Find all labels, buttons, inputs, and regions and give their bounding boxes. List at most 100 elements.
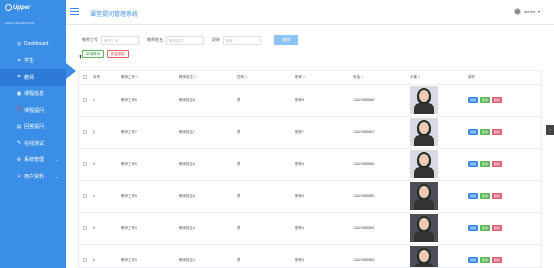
- teacher-photo[interactable]: [410, 214, 438, 242]
- search-button[interactable]: 查询: [274, 35, 298, 45]
- sidebar-item-8[interactable]: ☺ 用户资料 ⌄: [0, 168, 66, 185]
- delete-button[interactable]: 删除: [492, 129, 502, 135]
- sidebar-item-label: Dashboard: [24, 41, 49, 48]
- row-checkbox[interactable]: [83, 129, 87, 134]
- search-label-teacher-no: 教师工号: [82, 37, 98, 42]
- header-teacher-no[interactable]: 教师工号⇅: [121, 71, 179, 85]
- batch-delete-button[interactable]: 批量删除: [107, 50, 129, 58]
- cell-teacher-no: 教师工号6: [121, 148, 179, 181]
- settings-icon: ⚙: [16, 156, 22, 163]
- book-icon: ▣: [16, 90, 22, 97]
- dashboard-icon: ◎: [16, 41, 22, 48]
- table-row: 1 教师工号8 教师姓名8 男职称8 13823888888 详情 修改 删除: [79, 84, 541, 117]
- cell-photo: [410, 148, 468, 181]
- teacher-name-input[interactable]: 教师姓名: [166, 35, 204, 45]
- row-checkbox[interactable]: [83, 193, 87, 198]
- header-phone[interactable]: 电话⇅: [353, 71, 410, 85]
- view-button[interactable]: 详情: [468, 161, 478, 167]
- menu-toggle-icon[interactable]: [70, 8, 79, 15]
- view-button[interactable]: 详情: [468, 129, 478, 135]
- sidebar-item-2[interactable]: ⌗ 教师: [0, 69, 66, 86]
- delete-button[interactable]: 删除: [492, 193, 502, 199]
- sidebar-item-6[interactable]: ✎ 在线测试: [0, 135, 66, 152]
- row-checkbox[interactable]: [83, 225, 87, 230]
- cell-actions: 详情 修改 删除: [468, 148, 541, 181]
- brand-logo[interactable]: Upper: [0, 0, 66, 12]
- delete-button[interactable]: 删除: [492, 97, 502, 103]
- view-button[interactable]: 详情: [468, 97, 478, 103]
- cell-actions: 详情 修改 删除: [468, 212, 541, 245]
- teacher-photo[interactable]: [410, 150, 438, 178]
- edit-button[interactable]: 修改: [480, 129, 490, 135]
- header-title[interactable]: 职称⇅: [295, 71, 353, 85]
- user-menu[interactable]: admin ▾: [514, 8, 540, 15]
- title-input[interactable]: 职称: [223, 35, 261, 45]
- cell-photo: [410, 212, 468, 245]
- cell-title: 职称7: [295, 116, 353, 149]
- delete-button[interactable]: 删除: [492, 225, 502, 231]
- edit-button[interactable]: 修改: [480, 161, 490, 167]
- table-row: 4 教师工号5 教师姓名5 男职称5 13823888885 详情 修改 删除: [79, 180, 541, 213]
- table-row: 2 教师工号7 教师姓名7 男职称7 13823888887 详情 修改 删除: [79, 116, 541, 149]
- teacher-photo[interactable]: [410, 118, 438, 146]
- header-actions: 操作: [468, 71, 541, 85]
- table-row: 6 教师工号3 教师姓名3 男职称3 13823888883 详情 修改 删除: [79, 244, 541, 267]
- chevron-down-icon: ⌄: [55, 173, 59, 179]
- delete-button[interactable]: 删除: [492, 161, 502, 167]
- cell-gender: 男: [237, 212, 295, 245]
- sort-icon: ⇅: [418, 74, 421, 79]
- row-checkbox[interactable]: [83, 257, 87, 262]
- table-row: 3 教师工号6 教师姓名6 男职称6 13823888886 详情 修改 删除: [79, 148, 541, 181]
- cell-phone: 13823888888: [353, 84, 410, 117]
- sidebar-item-5[interactable]: ▤ 回答提问: [0, 119, 66, 136]
- view-button[interactable]: 详情: [468, 193, 478, 199]
- cell-phone: 13823888886: [353, 148, 410, 181]
- sidebar-item-4[interactable]: ❓ 课程提问: [0, 102, 66, 119]
- sort-icon: ⇅: [136, 74, 139, 79]
- teacher-photo[interactable]: [410, 86, 438, 114]
- cell-index: 6: [93, 244, 121, 267]
- grid-icon: ⌗: [17, 74, 21, 81]
- header-photo[interactable]: 头像⇅: [410, 71, 468, 85]
- cell-title: 职称6: [295, 148, 353, 181]
- logo-icon: [5, 4, 12, 11]
- cell-title: 职称3: [295, 244, 353, 267]
- cell-title: 职称4: [295, 212, 353, 245]
- edit-button[interactable]: 修改: [480, 257, 490, 263]
- teacher-photo[interactable]: [410, 182, 438, 210]
- teacher-no-input[interactable]: 教师工号: [101, 35, 139, 45]
- row-checkbox[interactable]: [83, 161, 87, 166]
- grid-icon: ⌗: [17, 57, 21, 64]
- cell-teacher-no: 教师工号5: [121, 180, 179, 213]
- test-icon: ✎: [16, 140, 22, 147]
- cell-teacher-name: 教师姓名7: [179, 116, 237, 149]
- header-teacher-name[interactable]: 教师姓名⇅: [179, 71, 237, 85]
- search-label-title: 职称: [212, 37, 220, 42]
- view-button[interactable]: 详情: [468, 257, 478, 263]
- answer-icon: ▤: [16, 123, 22, 130]
- cell-teacher-name: 教师姓名8: [179, 84, 237, 117]
- table-body: 1 教师工号8 教师姓名8 男职称8 13823888888 详情 修改 删除 2 教师工号7 教师…: [79, 84, 541, 267]
- cell-teacher-name: 教师姓名5: [179, 180, 237, 213]
- cell-gender: 男: [237, 148, 295, 181]
- cell-phone: 13823888884: [353, 212, 410, 245]
- cell-actions: 详情 修改 删除: [468, 84, 541, 117]
- teacher-photo[interactable]: [410, 246, 438, 267]
- header-gender[interactable]: 性别⇅: [237, 71, 295, 85]
- sidebar-item-1[interactable]: ⌗ 学生: [0, 53, 66, 70]
- edit-button[interactable]: 修改: [480, 225, 490, 231]
- collapse-handle-icon[interactable]: ‹: [546, 125, 554, 135]
- delete-button[interactable]: 删除: [492, 257, 502, 263]
- view-button[interactable]: 详情: [468, 225, 478, 231]
- cell-photo: [410, 116, 468, 149]
- sidebar-item-3[interactable]: ▣ 课程信息: [0, 86, 66, 103]
- sidebar-item-0[interactable]: ◎ Dashboard: [0, 36, 66, 53]
- sidebar-item-7[interactable]: ⚙ 系统管理 ⌄: [0, 152, 66, 169]
- top-header: 课堂提问管理系统 admin ▾: [66, 0, 554, 25]
- sidebar-item-label: 用户资料: [24, 173, 45, 180]
- edit-button[interactable]: 修改: [480, 97, 490, 103]
- select-all-checkbox[interactable]: [83, 74, 87, 79]
- add-teacher-button[interactable]: 新增教师: [82, 50, 104, 58]
- edit-button[interactable]: 修改: [480, 193, 490, 199]
- row-checkbox[interactable]: [83, 97, 87, 102]
